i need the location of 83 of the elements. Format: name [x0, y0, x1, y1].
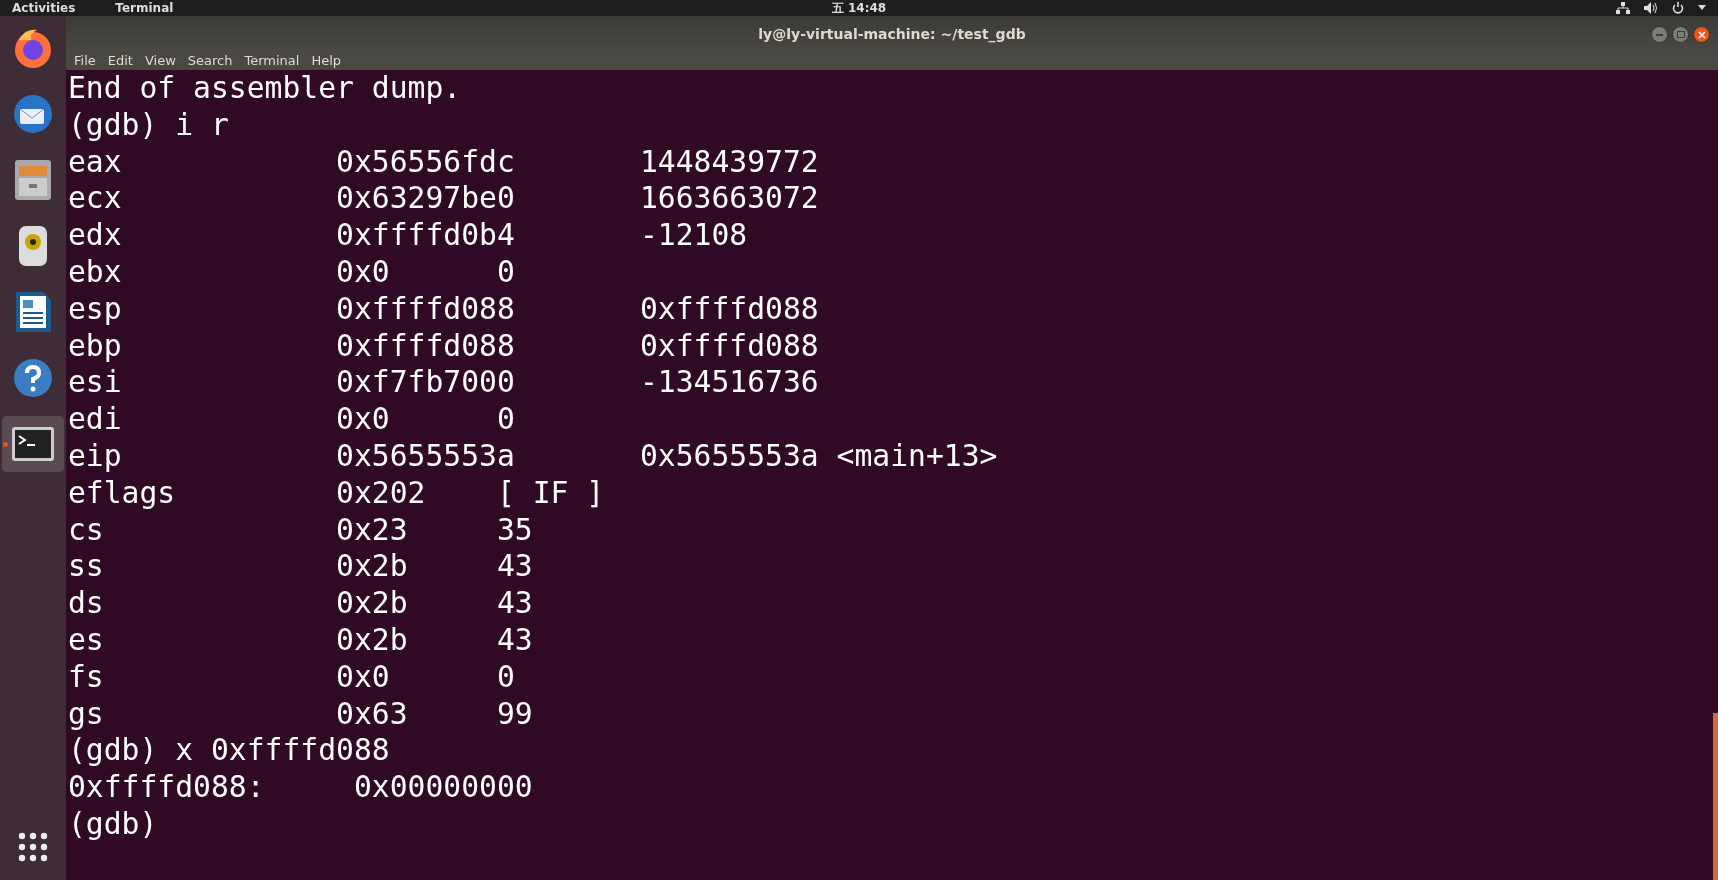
register-hex-value: 0x56556fdc	[336, 143, 516, 181]
register-hex-value: 0x0	[336, 401, 391, 438]
register-name: cs	[68, 511, 105, 549]
mail-bird-icon[interactable]	[11, 92, 55, 136]
file-cabinet-icon[interactable]	[13, 158, 53, 202]
register-name: esp	[68, 290, 123, 328]
register-name: ss	[68, 548, 105, 586]
register-name: ecx	[68, 180, 123, 218]
register-name: ebx	[68, 254, 123, 291]
register-name: edx	[68, 217, 123, 254]
register-natural-value: 1448439772	[639, 143, 819, 181]
menu-item[interactable]: Terminal	[238, 52, 306, 68]
register-natural-value: 0xffffd088	[639, 290, 819, 328]
register-hex-value: 0x63	[336, 695, 409, 733]
register-name: ds	[68, 585, 105, 622]
memory-address: 0xffffd088:	[68, 769, 266, 806]
menu-item[interactable]: Edit	[101, 52, 139, 68]
register-hex-value: 0x5655553a	[336, 437, 516, 475]
menu-item[interactable]: View	[138, 52, 182, 68]
terminal-text: (gdb) i r	[68, 106, 229, 144]
register-natural-value: 0	[496, 254, 515, 291]
register-hex-value: 0x2b	[336, 621, 409, 659]
register-natural-value: -134516736	[639, 364, 819, 402]
document-icon[interactable]	[13, 290, 53, 334]
network-icon[interactable]	[1616, 2, 1630, 14]
register-hex-value: 0xffffd088	[336, 290, 516, 328]
register-name: fs	[68, 658, 105, 696]
close-button[interactable]	[1693, 26, 1710, 43]
register-natural-value: 0x5655553a <main+13>	[639, 437, 998, 475]
register-name: es	[68, 621, 105, 659]
volume-icon[interactable]	[1644, 2, 1658, 14]
activities-button[interactable]: Activities	[12, 1, 76, 15]
register-natural-value: 0	[496, 401, 515, 438]
register-hex-value: 0x0	[336, 254, 391, 291]
window-title: ly@ly-virtual-machine: ~/test_gdb	[758, 26, 1026, 42]
register-hex-value: 0x2b	[336, 548, 409, 586]
minimize-button[interactable]	[1651, 26, 1668, 43]
menu-item[interactable]: File	[68, 52, 102, 68]
terminal-area[interactable]	[66, 70, 1718, 880]
clock[interactable]: 五 14:48	[831, 1, 887, 15]
register-name: eflags	[68, 474, 177, 512]
register-hex-value: 0x23	[336, 511, 409, 549]
menu-item[interactable]: Search	[181, 52, 239, 68]
register-natural-value: 43	[496, 621, 533, 659]
register-name: esi	[68, 364, 123, 402]
memory-value: 0x00000000	[353, 769, 533, 806]
register-natural-value: 43	[496, 585, 533, 622]
register-natural-value: 0xffffd088	[639, 327, 819, 365]
register-hex-value: 0xffffd088	[336, 327, 516, 365]
register-hex-value: 0x2b	[336, 585, 409, 622]
register-name: eip	[68, 437, 123, 475]
help-icon[interactable]	[12, 357, 54, 399]
register-natural-value: 0	[496, 658, 515, 696]
register-name: ebp	[68, 327, 123, 365]
register-natural-value: 43	[496, 548, 533, 586]
menu-item[interactable]: Help	[305, 52, 348, 68]
register-hex-value: 0x63297be0	[336, 180, 516, 218]
minimize-icon	[1656, 33, 1663, 36]
terminal-icon[interactable]	[11, 426, 55, 462]
register-name: edi	[68, 401, 123, 438]
register-name: gs	[68, 695, 105, 733]
register-natural-value: [ IF ]	[496, 474, 605, 512]
register-hex-value: 0x202	[336, 474, 427, 512]
terminal-text: (gdb)	[68, 805, 158, 843]
close-icon	[1697, 30, 1706, 39]
app-menu[interactable]: Terminal	[115, 1, 174, 15]
power-icon[interactable]	[1672, 2, 1684, 14]
running-indicator-dot	[3, 442, 8, 447]
app-grid-icon[interactable]	[18, 832, 48, 862]
register-hex-value: 0x0	[336, 658, 391, 696]
register-natural-value: -12108	[639, 217, 748, 254]
register-hex-value: 0xffffd0b4	[336, 217, 516, 254]
caret-icon[interactable]	[1698, 5, 1706, 11]
register-natural-value: 99	[496, 695, 533, 733]
dock-item-active[interactable]	[2, 416, 64, 472]
terminal-text: (gdb) x 0xffffd088	[68, 732, 390, 770]
register-natural-value: 1663663072	[639, 180, 819, 218]
register-name: eax	[68, 143, 123, 181]
register-hex-value: 0xf7fb7000	[336, 364, 516, 402]
register-natural-value: 35	[496, 511, 533, 549]
terminal-text: End of assembler dump.	[68, 70, 462, 107]
scrollbar-thumb[interactable]	[1713, 713, 1718, 880]
maximize-icon	[1676, 31, 1685, 38]
